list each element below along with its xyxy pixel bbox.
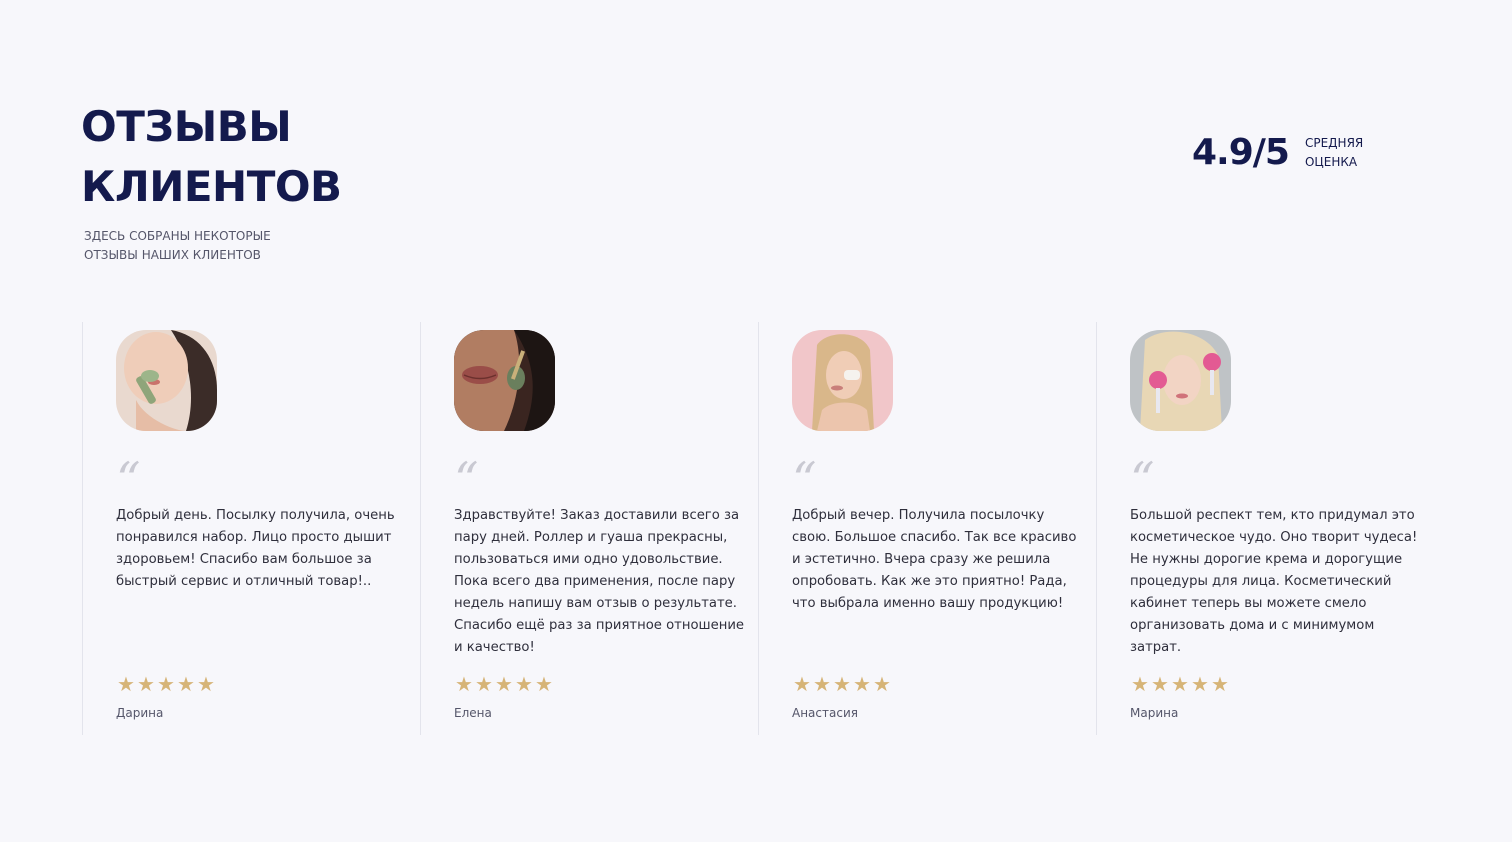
avatar xyxy=(116,330,217,431)
blonde-woman-gua-sha-photo xyxy=(792,330,893,431)
star-rating: ★ ★ ★ ★ ★ xyxy=(116,674,216,694)
page-title-line-2: КЛИЕНТОВ xyxy=(81,162,342,211)
woman-lips-roller-photo xyxy=(454,330,555,431)
star-icon: ★ xyxy=(1151,672,1169,696)
review-text: Здравствуйте! Заказ доставили всего за п… xyxy=(454,508,745,655)
reviews-list: “ Добрый день. Посылку получила, очень п… xyxy=(82,322,1434,735)
star-icon: ★ xyxy=(455,672,473,696)
review-card: “ Добрый день. Посылку получила, очень п… xyxy=(82,322,420,735)
page-title: ОТЗЫВЫ КЛИЕНТОВ xyxy=(81,97,342,217)
star-rating: ★ ★ ★ ★ ★ xyxy=(454,674,554,694)
star-icon: ★ xyxy=(137,672,155,696)
page-subtitle-line-2: ОТЗЫВЫ НАШИХ КЛИЕНТОВ xyxy=(84,248,261,262)
review-card: “ Здравствуйте! Заказ доставили всего за… xyxy=(420,322,758,735)
blonde-woman-ice-globes-photo xyxy=(1130,330,1231,431)
rating-label-line-2: ОЦЕНКА xyxy=(1304,154,1358,169)
star-icon: ★ xyxy=(157,672,175,696)
rating-value: 4.9/5 xyxy=(1192,132,1290,173)
star-icon: ★ xyxy=(535,672,553,696)
avatar xyxy=(1130,330,1231,431)
page-subtitle: ЗДЕСЬ СОБРАНЫ НЕКОТОРЫЕ ОТЗЫВЫ НАШИХ КЛИ… xyxy=(84,227,271,265)
rating-label-line-1: СРЕДНЯЯ xyxy=(1304,135,1364,150)
quote-icon: “ xyxy=(1130,452,1155,508)
star-icon: ★ xyxy=(495,672,513,696)
page-title-line-1: ОТЗЫВЫ xyxy=(81,102,292,151)
page-subtitle-line-1: ЗДЕСЬ СОБРАНЫ НЕКОТОРЫЕ xyxy=(84,229,271,243)
star-icon: ★ xyxy=(515,672,533,696)
quote-icon: “ xyxy=(454,452,479,508)
review-text: Добрый день. Посылку получила, очень пон… xyxy=(116,508,395,589)
review-text: Большой респект тем, кто придумал это ко… xyxy=(1130,508,1418,655)
star-icon: ★ xyxy=(853,672,871,696)
star-icon: ★ xyxy=(1171,672,1189,696)
star-rating: ★ ★ ★ ★ ★ xyxy=(1130,674,1230,694)
review-author: Марина xyxy=(1130,706,1179,720)
star-icon: ★ xyxy=(1131,672,1149,696)
star-icon: ★ xyxy=(177,672,195,696)
review-author: Дарина xyxy=(116,706,164,720)
quote-icon: “ xyxy=(116,452,141,508)
star-icon: ★ xyxy=(1211,672,1229,696)
avatar xyxy=(454,330,555,431)
woman-with-jade-roller-photo xyxy=(116,330,217,431)
star-icon: ★ xyxy=(197,672,215,696)
review-card: “ Добрый вечер. Получила посылочку свою.… xyxy=(758,322,1096,735)
star-icon: ★ xyxy=(873,672,891,696)
star-icon: ★ xyxy=(813,672,831,696)
review-author: Елена xyxy=(454,706,492,720)
avatar xyxy=(792,330,893,431)
quote-icon: “ xyxy=(792,452,817,508)
review-card: “ Большой респект тем, кто придумал это … xyxy=(1096,322,1434,735)
review-text: Добрый вечер. Получила посылочку свою. Б… xyxy=(792,508,1077,611)
review-author: Анастасия xyxy=(792,706,858,720)
star-icon: ★ xyxy=(1191,672,1209,696)
star-icon: ★ xyxy=(475,672,493,696)
average-rating: 4.9/5 СРЕДНЯЯ ОЦЕНКА xyxy=(1192,132,1363,173)
star-icon: ★ xyxy=(117,672,135,696)
star-rating: ★ ★ ★ ★ ★ xyxy=(792,674,892,694)
rating-label: СРЕДНЯЯ ОЦЕНКА xyxy=(1305,134,1363,172)
star-icon: ★ xyxy=(833,672,851,696)
star-icon: ★ xyxy=(793,672,811,696)
